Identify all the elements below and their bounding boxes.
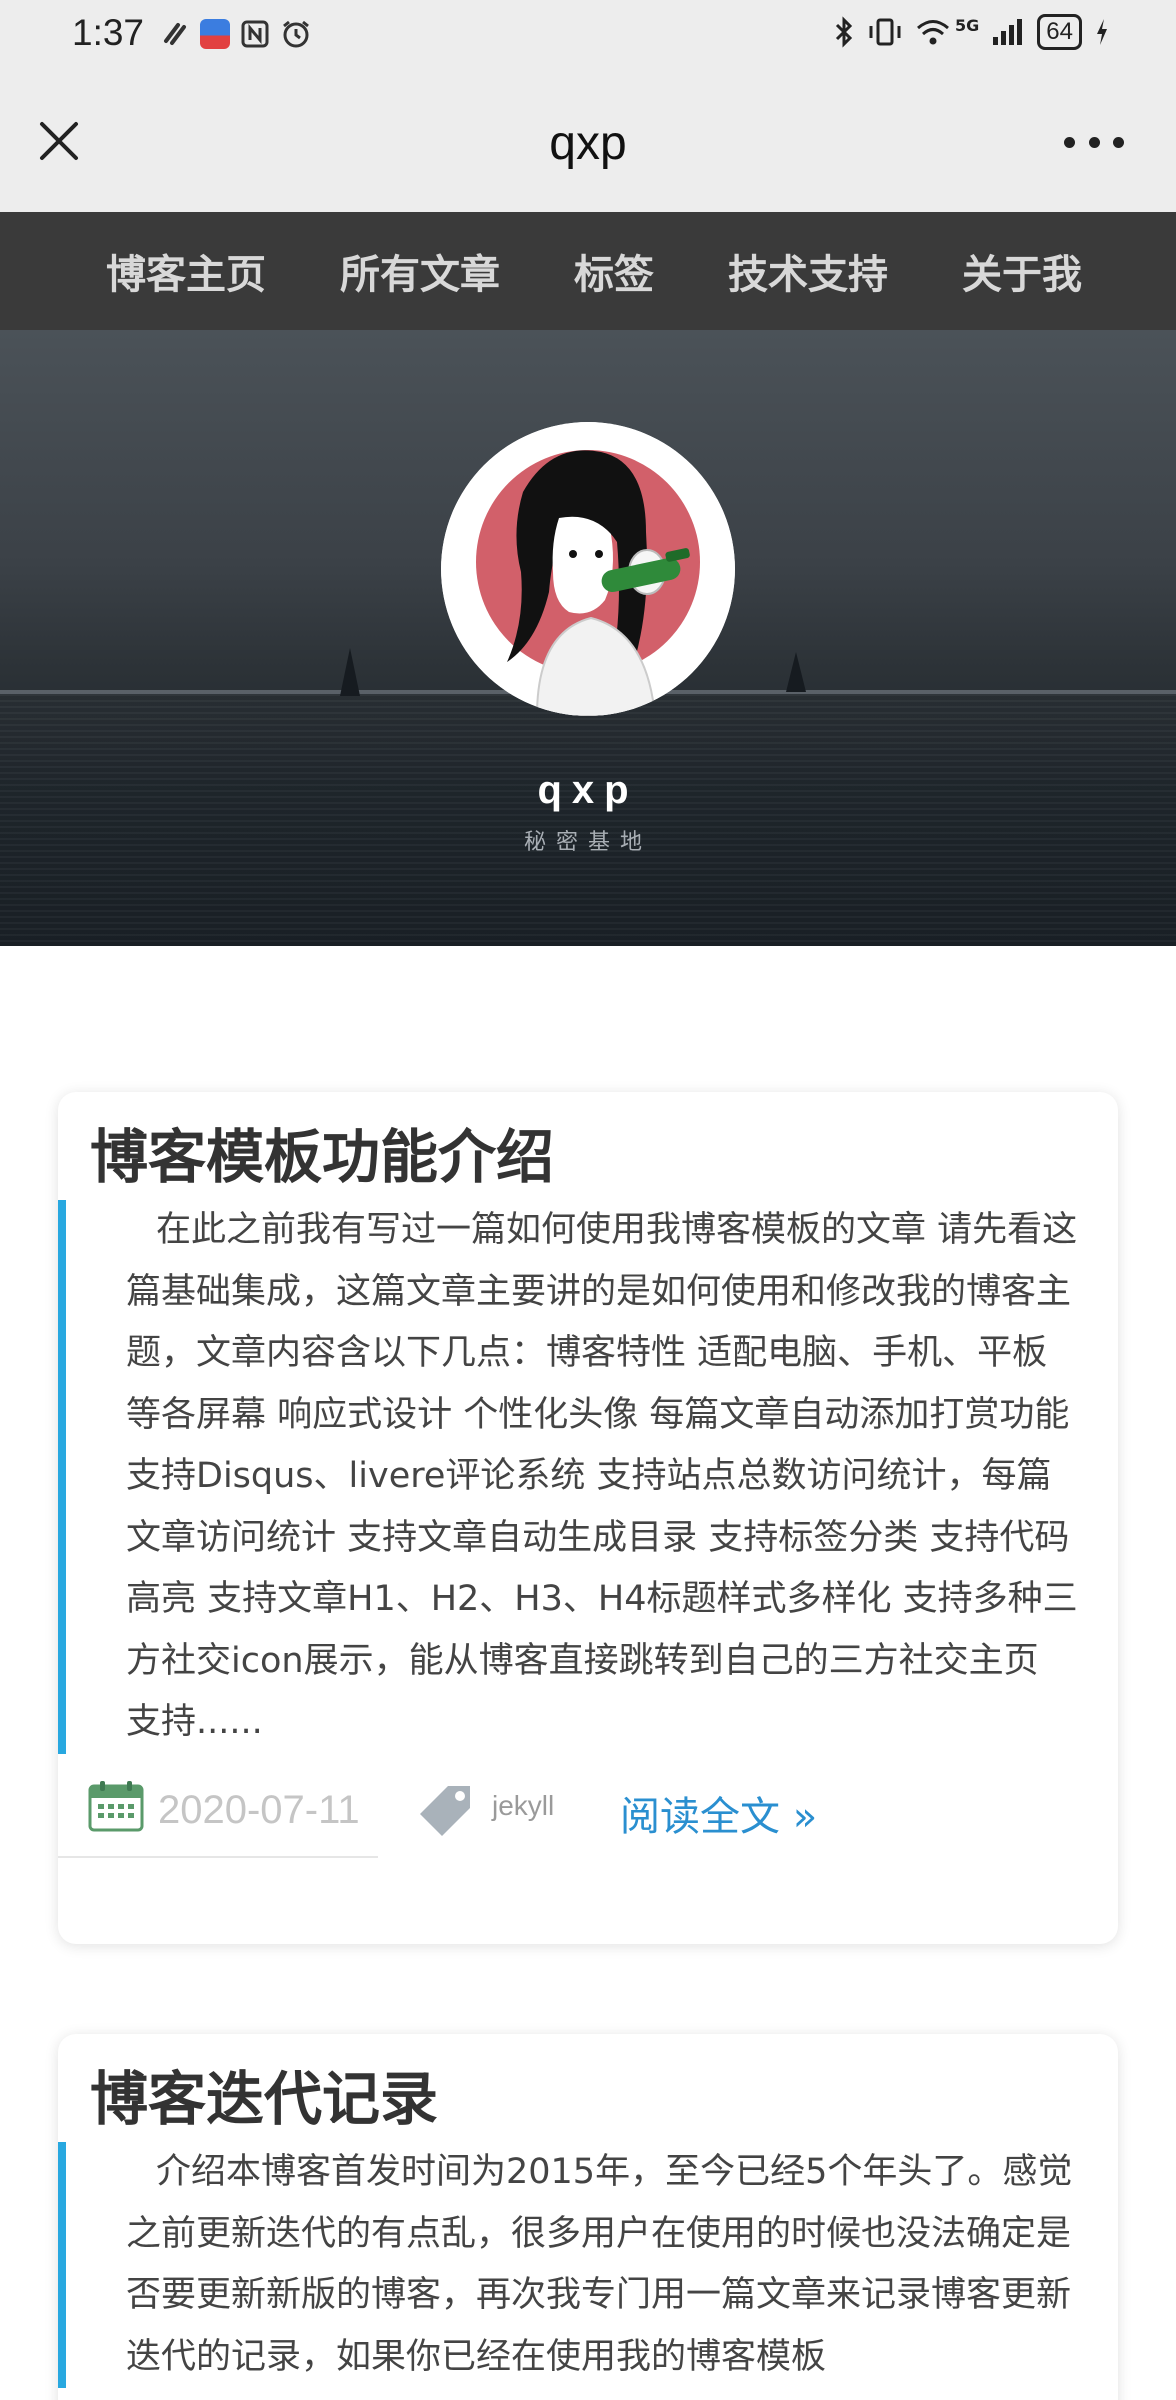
hero-banner: qxp 秘密基地 [0,330,1176,946]
post-card: 博客模板功能介绍 在此之前我有写过一篇如何使用我博客模板的文章 请先看这篇基础集… [58,1092,1118,1944]
blog-nav: 博客主页 所有文章 标签 技术支持 关于我 [0,212,1176,330]
nav-item-all-posts[interactable]: 所有文章 [340,242,500,300]
bluetooth-icon [835,16,853,48]
status-right-icons: 5G 64 [833,14,1110,50]
avatar-illustration [441,422,735,716]
hero-name: qxp [537,768,639,812]
network-label: 5G [955,15,980,35]
wifi-icon [917,20,950,45]
sailboat-icon [340,648,360,696]
page-title: qxp [549,117,627,170]
post-excerpt: 介绍本博客首发时间为2015年，至今已经5个年头了。感觉之前更新迭代的有点乱，很… [58,2142,1098,2388]
vibrate-icon [869,18,901,46]
post-excerpt: 在此之前我有写过一篇如何使用我博客模板的文章 请先看这篇基础集成，这篇文章主要讲… [58,1200,1098,1754]
title-bar: qxp [0,70,1176,212]
status-time: 1:37 [72,12,145,53]
read-more-link[interactable]: 阅读全文 » [620,1784,817,1842]
hero-subtitle: 秘密基地 [523,830,652,855]
post-excerpt-text: 介绍本博客首发时间为2015年，至今已经5个年头了。感觉之前更新迭代的有点乱，很… [126,2152,1073,2377]
sync-icon [164,23,186,45]
post-tag[interactable]: jekyll [492,1790,554,1822]
post-date-wrap: 2020-07-11 [58,1768,378,1858]
post-title[interactable]: 博客模板功能介绍 [90,1110,554,1194]
avatar[interactable] [441,422,735,716]
nfc-icon [241,20,269,48]
hero-sea [0,694,1176,946]
alarm-icon [283,20,309,48]
calendar-icon [88,1781,144,1832]
status-bar: 1:37 5G 64 [0,0,1176,70]
nav-item-tags[interactable]: 标签 [574,242,654,300]
battery-indicator: 64 [1037,14,1082,50]
sailboat-icon [786,652,806,692]
tag-icon [420,1786,470,1836]
app-icon [200,19,230,49]
post-excerpt-text: 在此之前我有写过一篇如何使用我博客模板的文章 请先看这篇基础集成，这篇文章主要讲… [126,1210,1078,1742]
nav-item-about[interactable]: 关于我 [962,242,1082,300]
nav-item-home[interactable]: 博客主页 [106,242,266,300]
post-card: 博客迭代记录 介绍本博客首发时间为2015年，至今已经5个年头了。感觉之前更新迭… [58,2034,1118,2400]
status-left-icons [160,18,312,50]
charging-icon [1097,19,1107,45]
post-date: 2020-07-11 [158,1788,360,1832]
nav-item-support[interactable]: 技术支持 [728,242,888,300]
more-options-icon[interactable] [1064,130,1124,154]
post-title[interactable]: 博客迭代记录 [90,2052,438,2136]
signal-icon [993,19,1023,45]
post-meta: 2020-07-11 jekyll 阅读全文 » [58,1768,1118,1858]
